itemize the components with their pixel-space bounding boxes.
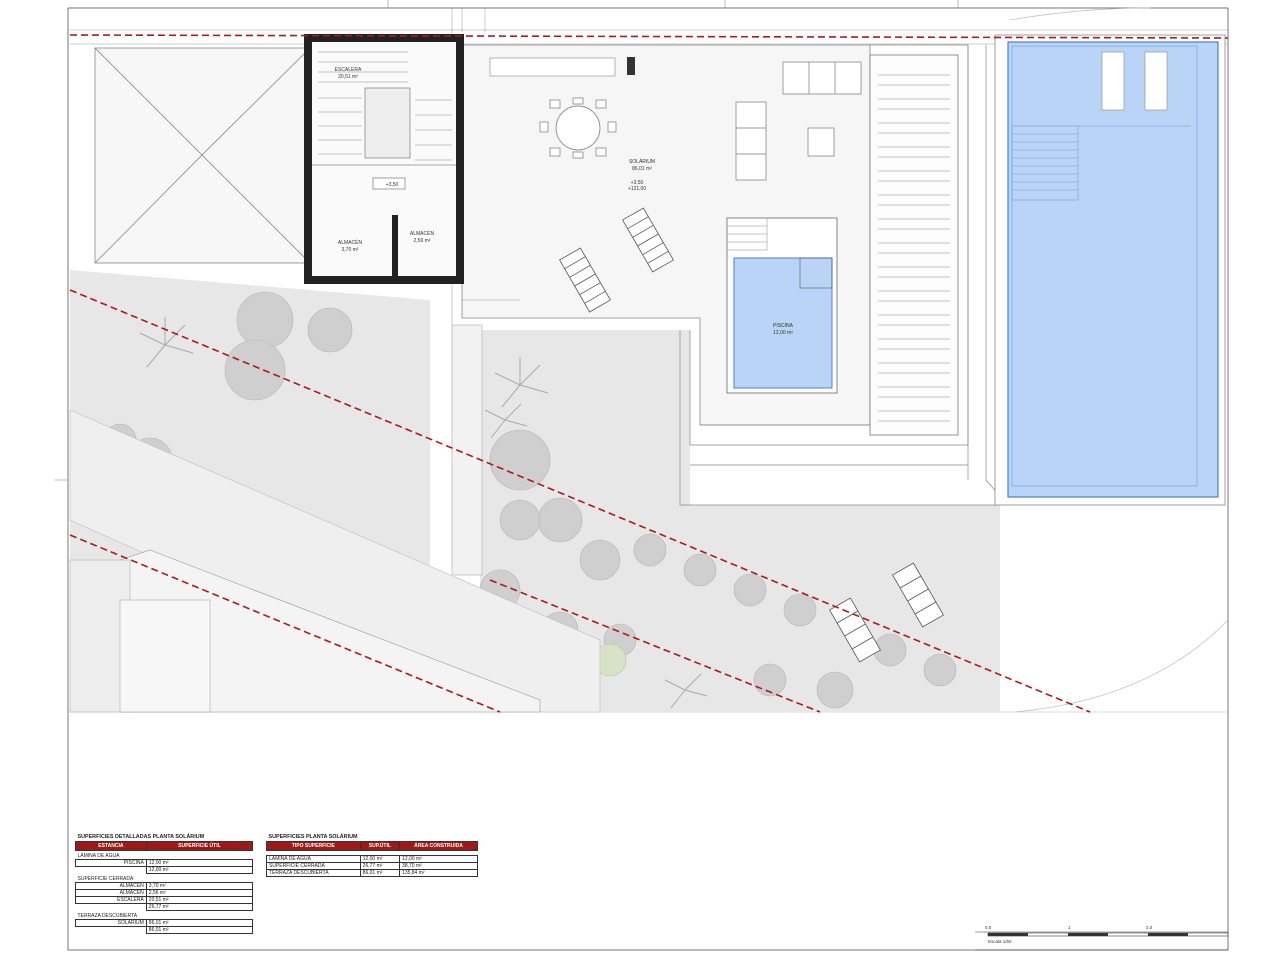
- table-right-header-util: SUP.ÚTIL: [359, 841, 401, 851]
- label-piscina: PISCINA: [773, 323, 794, 329]
- table-row-label: SOLÁRIUM: [75, 919, 147, 927]
- area-almacen-right: 2,56 m²: [414, 238, 431, 244]
- label-almacen-left: ALMACÉN: [338, 239, 363, 246]
- curved-site-edge-top: [1009, 7, 1151, 21]
- table-spacer: [76, 867, 147, 874]
- table-row-value: 20,51 m²: [145, 896, 254, 904]
- area-solarium: 86,01 m²: [632, 166, 652, 172]
- curved-site-edge: [1014, 619, 1229, 713]
- label-almacen-right: ALMACÉN: [410, 230, 435, 237]
- table-row-label: PISCINA: [75, 859, 147, 867]
- table-row-value: 2,56 m²: [145, 889, 254, 897]
- table-solarium-surfaces: SUPERFICIES PLANTA SOLÁRIUM TIPO SUPERFI…: [266, 832, 478, 877]
- cell-util: 86,01 m²: [359, 869, 401, 877]
- stair-flight: [364, 87, 411, 159]
- label-solarium: SOLÁRIUM: [629, 158, 655, 165]
- cell-type: LÁMINA DE AGUA: [266, 855, 361, 863]
- table-left-title: SUPERFICIES DETALLADAS PLANTA SOLÁRIUM: [75, 832, 253, 842]
- table-left-header-superficie: SUPERFICIE ÚTIL: [145, 841, 254, 851]
- stair-block: [304, 34, 464, 284]
- level-solarium-2: +121,00: [628, 186, 646, 192]
- table-left-header-estancia: ESTANCIA: [75, 841, 147, 851]
- table-right-title: SUPERFICIES PLANTA SOLÁRIUM: [266, 832, 478, 842]
- table-spacer: [76, 927, 147, 934]
- scale-bar: [975, 931, 1229, 951]
- roof-plan: [94, 47, 311, 264]
- cell-construida: 12,00 m²: [399, 855, 478, 863]
- label-escalera: ESCALERA: [335, 67, 362, 73]
- table-row: TERRAZA DESCUBIERTA 86,01 m² 135,84 m²: [266, 869, 478, 877]
- scale-tick-1: 1: [1068, 925, 1071, 930]
- planter-bench: [489, 57, 616, 77]
- table-row-value: 86,01 m²: [145, 919, 254, 927]
- drawing-sheet: ESCALERA 20,51 m² +3,50 ALMACÉN 3,70 m² …: [0, 0, 1280, 960]
- table-row-value: 3,70 m²: [145, 882, 254, 890]
- table-row-value: 12,00 m²: [145, 859, 254, 867]
- pergola-frame: [869, 54, 959, 436]
- neighbour-house: [119, 599, 211, 713]
- group-total: 86,01 m²: [145, 926, 254, 934]
- level-stair: +3,50: [386, 182, 399, 188]
- site-plan: ESCALERA 20,51 m² +3,50 ALMACÉN 3,70 m² …: [55, 0, 1229, 951]
- table-row-label: ESCALERA: [75, 896, 147, 904]
- cell-construida: 135,84 m²: [399, 869, 478, 877]
- table-spacer: [76, 904, 147, 911]
- table-row-label: ALMACÉN: [75, 882, 147, 890]
- table-detailed-surfaces: SUPERFICIES DETALLADAS PLANTA SOLÁRIUM E…: [75, 832, 254, 934]
- cell-type: TERRAZA DESCUBIERTA: [266, 869, 361, 877]
- cell-construida: 38,70 m²: [399, 862, 478, 870]
- group-lamina: LÁMINA DE AGUA: [77, 853, 120, 859]
- table-row: SUPERFICIE CERRADA 26,77 m² 38,70 m²: [266, 862, 478, 870]
- table-right-header-tipo: TIPO SUPERFICIE: [266, 841, 361, 851]
- cell-type: SUPERFICIE CERRADA: [266, 862, 361, 870]
- area-piscina: 12,00 m²: [773, 330, 793, 336]
- area-almacen-left: 3,70 m²: [342, 247, 359, 253]
- group-total: 26,77 m²: [145, 903, 254, 911]
- table-right-header-construida: ÁREA CONSTRUIDA: [399, 841, 478, 851]
- group-cerrada: SUPERFICIE CERRADA: [77, 876, 134, 882]
- scale-tick-2: 2,0: [1146, 925, 1153, 930]
- scale-tick-0: 0,0: [985, 925, 992, 930]
- area-escalera: 20,51 m²: [338, 74, 358, 80]
- table-row: LÁMINA DE AGUA 12,00 m² 12,00 m²: [266, 855, 478, 863]
- group-terraza: TERRAZA DESCUBIERTA: [77, 913, 138, 919]
- cell-util: 26,77 m²: [359, 862, 401, 870]
- cell-util: 12,00 m²: [359, 855, 401, 863]
- shower-post: [627, 57, 635, 75]
- scale-label: Escala 1/50: [988, 939, 1012, 944]
- table-row-label: ALMACÉN: [75, 889, 147, 897]
- group-total: 12,00 m²: [145, 866, 254, 874]
